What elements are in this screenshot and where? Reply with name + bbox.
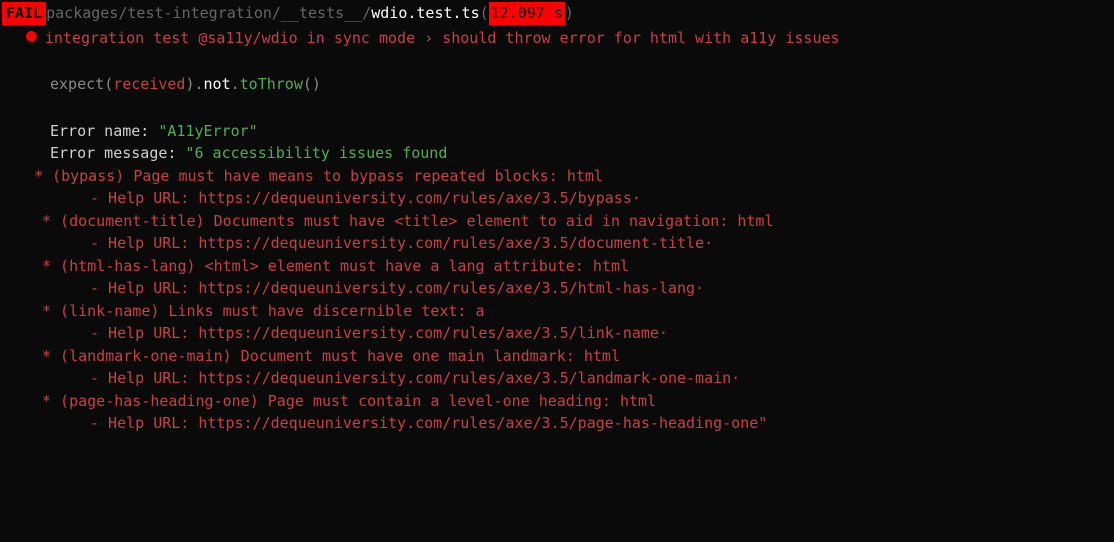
received-token: received <box>113 75 185 93</box>
error-name-line: Error name: "A11yError" <box>50 120 1112 143</box>
close-paren: ) <box>565 2 574 25</box>
issue-help-url: - Help URL: https://dequeuniversity.com/… <box>2 232 1112 255</box>
not-token: not <box>204 75 231 93</box>
file-path-prefix: packages/test-integration/__tests__/ <box>46 2 371 25</box>
issue-help-url: - Help URL: https://dequeuniversity.com/… <box>2 322 1112 345</box>
close-paren-dot: ). <box>185 75 203 93</box>
open-paren: ( <box>480 2 489 25</box>
file-name: wdio.test.ts <box>371 2 479 25</box>
issue-rule: * (link-name) Links must have discernibl… <box>2 300 1112 323</box>
issues-list: * (bypass) Page must have means to bypas… <box>2 165 1112 435</box>
dot-token: . <box>231 75 240 93</box>
issue-rule: * (landmark-one-main) Document must have… <box>2 345 1112 368</box>
issue-rule: * (bypass) Page must have means to bypas… <box>2 165 1112 188</box>
expect-statement: expect(received).not.toThrow() <box>2 73 1112 96</box>
error-name-label: Error name: <box>50 122 158 140</box>
status-badge: FAIL <box>2 2 46 25</box>
test-name: integration test @sa11y/wdio in sync mod… <box>45 27 840 50</box>
issue-rule: * (document-title) Documents must have <… <box>2 210 1112 233</box>
error-block: Error name: "A11yError" Error message: "… <box>2 120 1112 165</box>
error-message-label: Error message: <box>50 144 185 162</box>
parens-token: () <box>303 75 321 93</box>
error-name-value: "A11yError" <box>158 122 257 140</box>
test-name-line: ● integration test @sa11y/wdio in sync m… <box>2 27 1112 50</box>
duration-badge: 12.097 s <box>489 2 565 25</box>
error-message-line: Error message: "6 accessibility issues f… <box>50 142 1112 165</box>
issue-help-url: - Help URL: https://dequeuniversity.com/… <box>2 412 1112 435</box>
issue-help-url: - Help URL: https://dequeuniversity.com/… <box>2 277 1112 300</box>
issue-rule: * (html-has-lang) <html> element must ha… <box>2 255 1112 278</box>
expect-keyword: expect <box>50 75 104 93</box>
error-message-prefix: "6 accessibility issues found <box>185 144 447 162</box>
method-token: toThrow <box>240 75 303 93</box>
issue-help-url: - Help URL: https://dequeuniversity.com/… <box>2 187 1112 210</box>
issue-help-url: - Help URL: https://dequeuniversity.com/… <box>2 367 1112 390</box>
test-output: FAIL packages/test-integration/__tests__… <box>2 2 1112 435</box>
issue-rule: * (page-has-heading-one) Page must conta… <box>2 390 1112 413</box>
open-paren-2: ( <box>104 75 113 93</box>
test-header: FAIL packages/test-integration/__tests__… <box>2 2 1112 25</box>
